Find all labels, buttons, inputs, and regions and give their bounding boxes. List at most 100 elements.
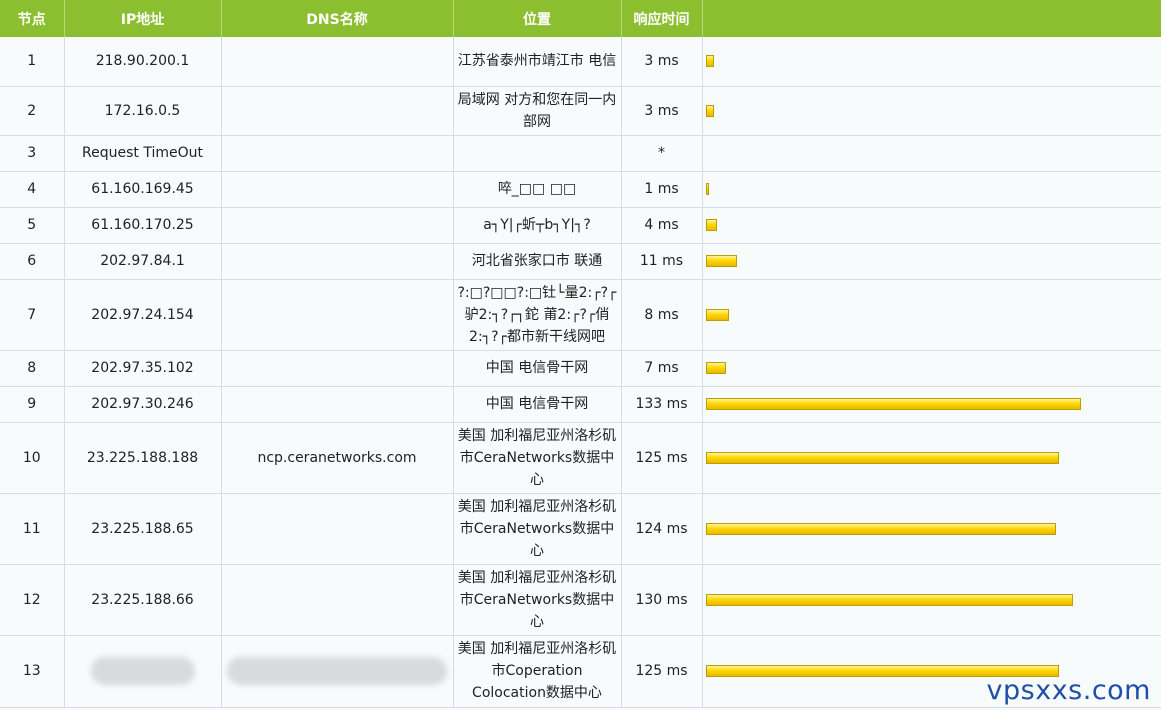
- ip-cell: 23.225.188.66: [64, 564, 222, 636]
- bar-cell: [702, 422, 1161, 494]
- rtt-cell: 130 ms: [621, 564, 703, 636]
- hop-cell: 9: [0, 386, 65, 423]
- header-rtt: 响应时间: [621, 0, 703, 37]
- dns-cell: [221, 279, 454, 351]
- rtt-cell: 124 ms: [621, 493, 703, 565]
- hop-cell: 8: [0, 350, 65, 387]
- location-cell: 中国 电信骨干网: [453, 350, 622, 387]
- bar-cell: [702, 350, 1161, 387]
- bar-cell: [702, 493, 1161, 565]
- location-cell: 局域网 对方和您在同一内部网: [453, 86, 622, 136]
- hop-cell: 5: [0, 207, 65, 244]
- location-cell: 啐_□□ □□: [453, 171, 622, 208]
- dns-cell: [221, 86, 454, 136]
- ip-cell: 61.160.170.25: [64, 207, 222, 244]
- table-row: 1 218.90.200.1 江苏省泰州市靖江市 电信 3 ms: [0, 37, 1161, 87]
- table-row: 6 202.97.84.1 河北省张家口市 联通 11 ms: [0, 243, 1161, 280]
- rtt-bar: [705, 593, 1073, 606]
- ip-cell: 23.225.188.65: [64, 493, 222, 565]
- location-cell: 美国 加利福尼亚州洛杉矶市Coperation Colocation数据中心: [453, 635, 622, 708]
- header-bar: [702, 0, 1161, 37]
- bar-cell: [702, 564, 1161, 636]
- table-row: 7 202.97.24.154 ?:□?□□?:□钍└量2:┌?┌驴2:┐?┌┐鉈 …: [0, 279, 1161, 351]
- hop-cell: 7: [0, 279, 65, 351]
- ip-cell: 202.97.84.1: [64, 243, 222, 280]
- location-cell: 江苏省泰州市靖江市 电信: [453, 37, 622, 87]
- hop-cell: 12: [0, 564, 65, 636]
- dns-cell: [221, 564, 454, 636]
- location-cell: 河北省张家口市 联通: [453, 243, 622, 280]
- rtt-bar: [705, 255, 737, 267]
- location-cell: 美国 加利福尼亚州洛杉矶市CeraNetworks数据中心: [453, 564, 622, 636]
- table-row: 9 202.97.30.246 中国 电信骨干网 133 ms: [0, 386, 1161, 423]
- header-hop: 节点: [0, 0, 65, 37]
- ip-cell: Request TimeOut: [64, 135, 222, 172]
- rtt-bar: [705, 55, 714, 68]
- table-row: 5 61.160.170.25 a┐Y|┌蚚┬b┐Y|┐? 4 ms: [0, 207, 1161, 244]
- hop-cell: 13: [0, 635, 65, 708]
- table-row: 4 61.160.169.45 啐_□□ □□ 1 ms: [0, 171, 1161, 208]
- watermark: vpsxxs.com: [986, 675, 1151, 706]
- dns-cell: [221, 207, 454, 244]
- bar-cell: [702, 386, 1161, 423]
- rtt-cell: *: [621, 135, 703, 172]
- ip-cell: 23.225.188.188: [64, 422, 222, 494]
- ip-cell: 172.16.0.5: [64, 86, 222, 136]
- header-dns: DNS名称: [221, 0, 454, 37]
- dns-cell: [221, 37, 454, 87]
- hop-cell: 10: [0, 422, 65, 494]
- bar-cell: [702, 37, 1161, 87]
- dns-cell: [221, 243, 454, 280]
- location-cell: 美国 加利福尼亚州洛杉矶市CeraNetworks数据中心: [453, 422, 622, 494]
- table-row: 3 Request TimeOut *: [0, 135, 1161, 172]
- bar-cell: [702, 243, 1161, 280]
- rtt-bar: [705, 104, 714, 117]
- bar-cell: [702, 207, 1161, 244]
- dns-cell: ncp.ceranetworks.com: [221, 422, 454, 494]
- table-row: 8 202.97.35.102 中国 电信骨干网 7 ms: [0, 350, 1161, 387]
- dns-cell: [221, 350, 454, 387]
- hop-cell: 2: [0, 86, 65, 136]
- ip-cell: 61.160.169.45: [64, 171, 222, 208]
- location-cell: [453, 135, 622, 172]
- hop-cell: 11: [0, 493, 65, 565]
- bar-cell: [702, 135, 1161, 172]
- redacted-ip: [90, 657, 195, 685]
- rtt-cell: 11 ms: [621, 243, 703, 280]
- bar-cell: [702, 86, 1161, 136]
- rtt-bar: [705, 362, 726, 374]
- hop-cell: 4: [0, 171, 65, 208]
- rtt-cell: 125 ms: [621, 635, 703, 708]
- ip-cell: 202.97.30.246: [64, 386, 222, 423]
- rtt-bar: [705, 398, 1081, 410]
- rtt-cell: 125 ms: [621, 422, 703, 494]
- rtt-cell: 3 ms: [621, 86, 703, 136]
- rtt-cell: 4 ms: [621, 207, 703, 244]
- table-row: 10 23.225.188.188 ncp.ceranetworks.com 美国 加…: [0, 422, 1161, 494]
- location-cell: ?:□?□□?:□钍└量2:┌?┌驴2:┐?┌┐鉈 莆2:┌?┌俏2:┐?┌都市…: [453, 279, 622, 351]
- bar-cell: [702, 171, 1161, 208]
- ip-cell: [64, 635, 222, 708]
- redacted-dns: [227, 657, 447, 685]
- rtt-cell: 7 ms: [621, 350, 703, 387]
- dns-cell: [221, 135, 454, 172]
- rtt-bar: [705, 308, 729, 321]
- table-header-row: 节点 IP地址 DNS名称 位置 响应时间: [0, 0, 1161, 37]
- table-row: 11 23.225.188.65 美国 加利福尼亚州洛杉矶市CeraNetworks…: [0, 493, 1161, 565]
- rtt-cell: 1 ms: [621, 171, 703, 208]
- header-location: 位置: [453, 0, 622, 37]
- table-row: 12 23.225.188.66 美国 加利福尼亚州洛杉矶市CeraNetworks…: [0, 564, 1161, 636]
- ip-cell: 202.97.24.154: [64, 279, 222, 351]
- location-cell: 中国 电信骨干网: [453, 386, 622, 423]
- dns-cell: [221, 493, 454, 565]
- rtt-bar: [705, 522, 1056, 535]
- traceroute-table: 节点 IP地址 DNS名称 位置 响应时间 1 218.90.200.1 江苏省泰州…: [0, 0, 1161, 708]
- rtt-cell: 8 ms: [621, 279, 703, 351]
- dns-cell: [221, 635, 454, 708]
- rtt-bar: [705, 451, 1059, 464]
- location-cell: 美国 加利福尼亚州洛杉矶市CeraNetworks数据中心: [453, 493, 622, 565]
- ip-cell: 218.90.200.1: [64, 37, 222, 87]
- location-cell: a┐Y|┌蚚┬b┐Y|┐?: [453, 207, 622, 244]
- dns-cell: [221, 171, 454, 208]
- table-row: 2 172.16.0.5 局域网 对方和您在同一内部网 3 ms: [0, 86, 1161, 136]
